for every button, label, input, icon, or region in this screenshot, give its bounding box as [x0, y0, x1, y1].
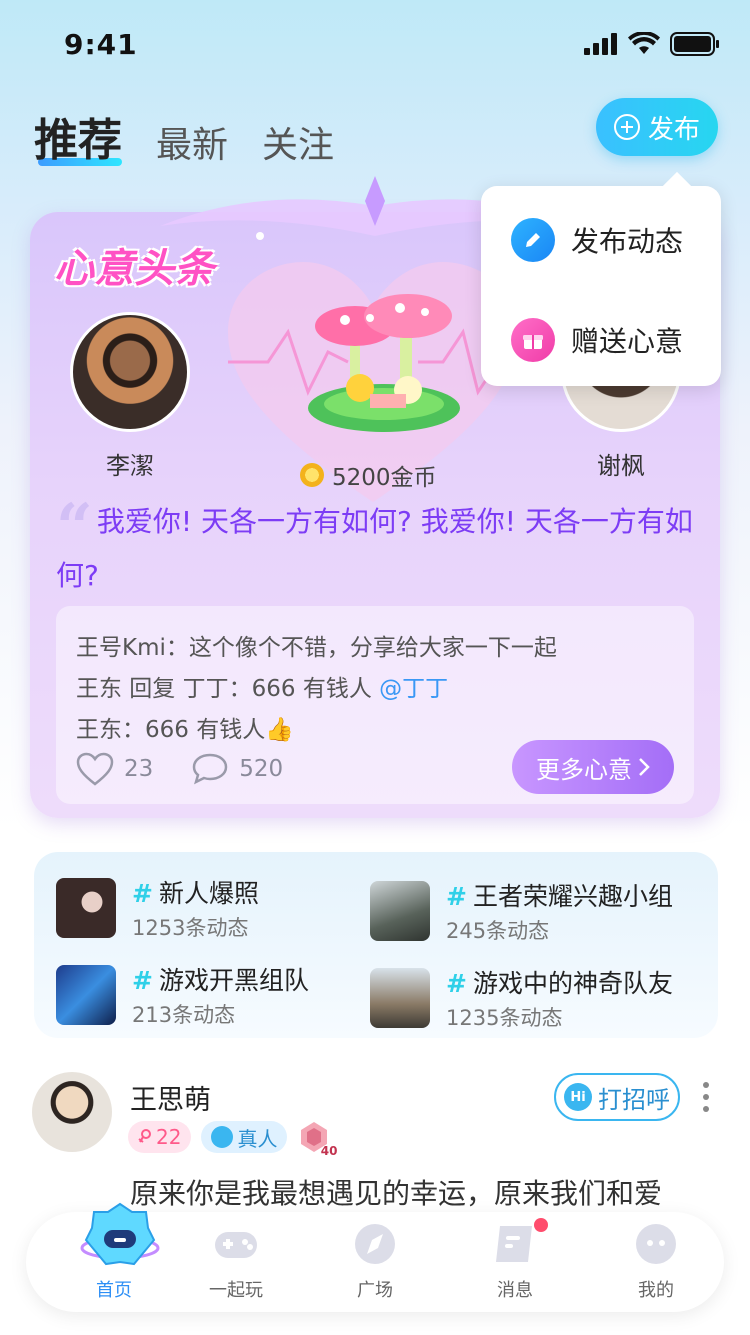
topic-count: 1235条动态	[446, 1006, 563, 1030]
comment-text: 王号Kmi：这个像个不错，分享给大家一下一起	[76, 635, 557, 661]
nav-home[interactable]: 首页	[64, 1222, 164, 1302]
comment-icon[interactable]	[191, 752, 229, 786]
sender-name: 李潔	[106, 452, 154, 480]
topic-thumbnail	[56, 965, 116, 1025]
mention-link[interactable]: @丁丁	[379, 676, 448, 702]
hashtag-icon: #	[446, 882, 467, 911]
menu-item-gift[interactable]: 赠送心意	[511, 318, 683, 362]
topic-count: 213条动态	[132, 1003, 236, 1027]
greet-button[interactable]: Hi 打招呼	[554, 1073, 680, 1121]
gift-message: “我爱你! 天各一方有如何? 我爱你! 天各一方有如何?	[56, 496, 696, 600]
nav-messages[interactable]: 消息	[465, 1222, 565, 1302]
likes-count: 23	[124, 756, 154, 782]
topic-count: 1253条动态	[132, 916, 249, 940]
hashtag-icon: #	[446, 969, 467, 998]
mushroom-gift-icon	[308, 294, 460, 432]
gift-price: 5200金币	[300, 458, 437, 492]
topic-title: 游戏开黑组队	[158, 966, 309, 995]
gift-icon	[511, 318, 555, 362]
comment-item: 王东：666 有钱人👍	[76, 710, 294, 744]
nav-label: 消息	[497, 1280, 533, 1301]
message-icon	[496, 1226, 532, 1262]
topic-item[interactable]: # 游戏开黑组队 213条动态	[56, 961, 309, 1029]
gift-price-label: 5200金币	[332, 465, 437, 491]
author-badges: 22 真人 40	[128, 1120, 337, 1158]
heart-icon[interactable]	[76, 752, 114, 786]
card-title: 心意头条	[54, 246, 214, 292]
nav-label: 我的	[638, 1280, 674, 1301]
level-value: 40	[320, 1144, 338, 1158]
pencil-icon	[511, 218, 555, 262]
nav-play-together[interactable]: 一起玩	[186, 1222, 286, 1302]
publish-button[interactable]: 发布	[596, 98, 718, 156]
topic-thumbnail	[56, 878, 116, 938]
wifi-icon	[628, 32, 660, 54]
plus-circle-icon	[613, 114, 640, 140]
profile-face-icon	[636, 1224, 676, 1264]
age-badge: 22	[128, 1121, 192, 1153]
menu-item-post[interactable]: 发布动态	[511, 218, 683, 262]
gamepad-icon	[215, 1232, 257, 1258]
verified-label: 真人	[237, 1126, 278, 1151]
topic-item[interactable]: # 王者荣耀兴趣小组 245条动态	[370, 877, 673, 945]
card-actions: 23 520	[76, 752, 283, 786]
tab-latest[interactable]: 最新	[156, 116, 228, 168]
compass-icon	[355, 1224, 395, 1264]
comment-item: 王号Kmi：这个像个不错，分享给大家一下一起	[76, 628, 557, 662]
receiver-name: 谢枫	[597, 452, 645, 480]
sender-avatar[interactable]	[70, 312, 190, 432]
nav-label: 一起玩	[209, 1280, 263, 1301]
publish-label: 发布	[647, 114, 700, 145]
publish-menu: 发布动态 赠送心意	[481, 186, 721, 386]
nav-label: 广场	[357, 1280, 393, 1301]
topic-title: 王者荣耀兴趣小组	[472, 882, 673, 911]
comments-count: 520	[239, 756, 284, 782]
menu-item-label: 发布动态	[571, 225, 684, 258]
age-value: 22	[156, 1125, 182, 1149]
coin-icon	[300, 463, 324, 487]
female-icon	[138, 1129, 151, 1143]
more-gifts-button[interactable]: 更多心意	[512, 740, 674, 794]
battery-icon	[670, 32, 719, 56]
unread-dot	[534, 1218, 548, 1232]
nav-label: 首页	[96, 1280, 132, 1301]
author-name[interactable]: 王思萌	[130, 1078, 211, 1117]
greet-label: 打招呼	[598, 1085, 670, 1114]
person-icon	[211, 1126, 234, 1148]
more-gifts-label: 更多心意	[536, 755, 632, 784]
comment-text: 王东 回复 丁丁：666 有钱人	[76, 676, 380, 702]
signal-icon	[584, 33, 617, 55]
more-options-icon[interactable]	[700, 1082, 712, 1112]
gift-message-text: 我爱你! 天各一方有如何? 我爱你! 天各一方有如何?	[56, 505, 693, 592]
nav-profile[interactable]: 我的	[606, 1222, 706, 1302]
hi-icon: Hi	[564, 1083, 592, 1111]
topic-item[interactable]: # 新人爆照 1253条动态	[56, 874, 259, 942]
hashtag-icon: #	[132, 879, 153, 908]
nav-square[interactable]: 广场	[325, 1222, 425, 1302]
verified-badge: 真人	[201, 1121, 288, 1153]
feed-tabs: 推荐 最新 关注	[34, 104, 334, 168]
tab-following[interactable]: 关注	[262, 116, 334, 168]
post-text: 原来你是我最想遇见的幸运，原来我们和爱	[130, 1177, 663, 1210]
tab-recommend[interactable]: 推荐	[34, 104, 122, 168]
chevron-right-icon	[639, 758, 650, 776]
topic-title: 新人爆照	[158, 879, 259, 908]
topic-thumbnail	[370, 968, 430, 1028]
author-avatar[interactable]	[32, 1072, 112, 1152]
topic-item[interactable]: # 游戏中的神奇队友 1235条动态	[370, 964, 673, 1032]
topic-count: 245条动态	[446, 919, 550, 943]
quote-mark-icon: “	[56, 490, 93, 565]
hashtag-icon: #	[132, 966, 153, 995]
comment-item: 王东 回复 丁丁：666 有钱人 @丁丁	[76, 669, 448, 703]
topic-title: 游戏中的神奇队友	[472, 969, 673, 998]
menu-item-label: 赠送心意	[571, 325, 684, 358]
level-badge: 40	[297, 1120, 337, 1158]
comment-text: 王东：666 有钱人👍	[76, 717, 294, 743]
status-time: 9:41	[64, 28, 138, 61]
topic-thumbnail	[370, 881, 430, 941]
status-icons	[584, 32, 720, 56]
